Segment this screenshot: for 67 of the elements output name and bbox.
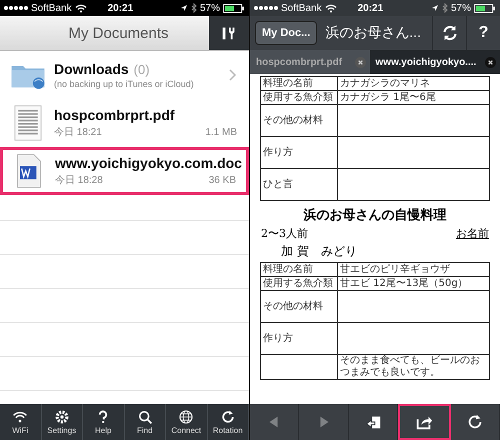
table-cell-text: カナガシラ 1尾〜6尾: [339, 92, 437, 104]
file-name: www.yoichigyokyo.com.doc: [55, 155, 242, 171]
table-cell: その他の材料: [261, 105, 338, 136]
bluetooth-icon: [190, 3, 197, 13]
location-arrow-icon: [180, 4, 188, 12]
document-tab[interactable]: hospcombrprt.pdf: [250, 50, 370, 74]
clock-time: 20:21: [108, 2, 134, 14]
document-tab[interactable]: www.yoichigyokyo....: [370, 50, 500, 74]
name-label: お名前: [456, 226, 489, 241]
share-button[interactable]: [398, 404, 451, 440]
table-cell: 料理の名前: [261, 77, 338, 90]
signal-icon: [254, 6, 278, 10]
connect-button[interactable]: Connect: [166, 404, 208, 440]
table-cell: 作り方: [261, 137, 338, 168]
folder-note: (no backing up to iTunes or iCloud): [54, 79, 195, 89]
file-name: hospcombrprt.pdf: [54, 107, 175, 123]
table-cell: 料理の名前: [261, 263, 338, 276]
table-cell: その他の材料: [261, 291, 338, 322]
file-row[interactable]: www.yoichigyokyo.com.doc 今日 18:28 36 KB: [0, 147, 249, 195]
battery-percent: 57%: [450, 2, 471, 14]
reload-icon: [466, 413, 484, 431]
file-date: 今日 18:28: [55, 174, 103, 187]
bluetooth-icon: [442, 3, 448, 13]
rotation-button[interactable]: Rotation: [208, 404, 249, 440]
settings-button[interactable]: Settings: [42, 404, 83, 440]
refresh-icon: [440, 24, 458, 42]
table-cell-text: カナガシラのマリネ: [339, 78, 431, 90]
screen-title: My Documents: [67, 24, 170, 42]
carrier-name: SoftBank: [31, 2, 72, 14]
clock-time: 20:21: [358, 2, 384, 14]
gear-icon: [54, 409, 70, 425]
help-button[interactable]: Help: [83, 404, 124, 440]
rotate-icon: [220, 409, 236, 425]
table-cell: 使用する魚介類: [261, 91, 338, 104]
wifi-icon: [324, 4, 337, 12]
globe-icon: [178, 409, 194, 425]
wifi-icon: [74, 4, 87, 12]
location-arrow-icon: [430, 4, 439, 12]
carrier-name: SoftBank: [281, 2, 322, 14]
search-button[interactable]: Find: [124, 404, 166, 440]
document-heading: 浜のお母さんの自慢料理: [304, 207, 446, 224]
battery-percent: 57%: [200, 2, 220, 14]
close-icon[interactable]: [354, 56, 366, 68]
servings-text: 2〜3人前: [261, 226, 308, 241]
author-name: 加 賀 みどり: [280, 243, 358, 260]
back-button[interactable]: My Doc...: [255, 21, 318, 45]
battery-icon: [223, 4, 245, 12]
table-cell-text: 甘エビのピリ辛ギョウザ: [339, 264, 451, 276]
tools-button[interactable]: [209, 16, 249, 50]
table-cell-text: そのまま食べても、ビールのおつまみでも良いです。: [339, 355, 481, 379]
table-cell-text: 甘エビ 12尾〜13尾（50g）: [339, 278, 469, 290]
document-title: 浜のお母さん...: [324, 24, 422, 42]
file-size: 36 KB: [208, 175, 236, 186]
search-icon: [136, 409, 153, 425]
table-cell: 作り方: [261, 323, 338, 354]
file-size: 1.1 MB: [205, 127, 237, 138]
battery-icon: [474, 4, 496, 12]
item-count: (0): [134, 62, 150, 77]
wifi-button[interactable]: WiFi: [0, 404, 42, 440]
file-name: Downloads: [54, 61, 129, 77]
close-icon[interactable]: [485, 56, 496, 68]
chevron-icon: [229, 69, 237, 81]
signal-icon: [4, 6, 28, 10]
table-cell: ひと言: [261, 169, 338, 200]
file-date: 今日 18:21: [54, 126, 102, 139]
table-cell: 使用する魚介類: [261, 277, 338, 290]
wifi-icon: [12, 409, 28, 425]
